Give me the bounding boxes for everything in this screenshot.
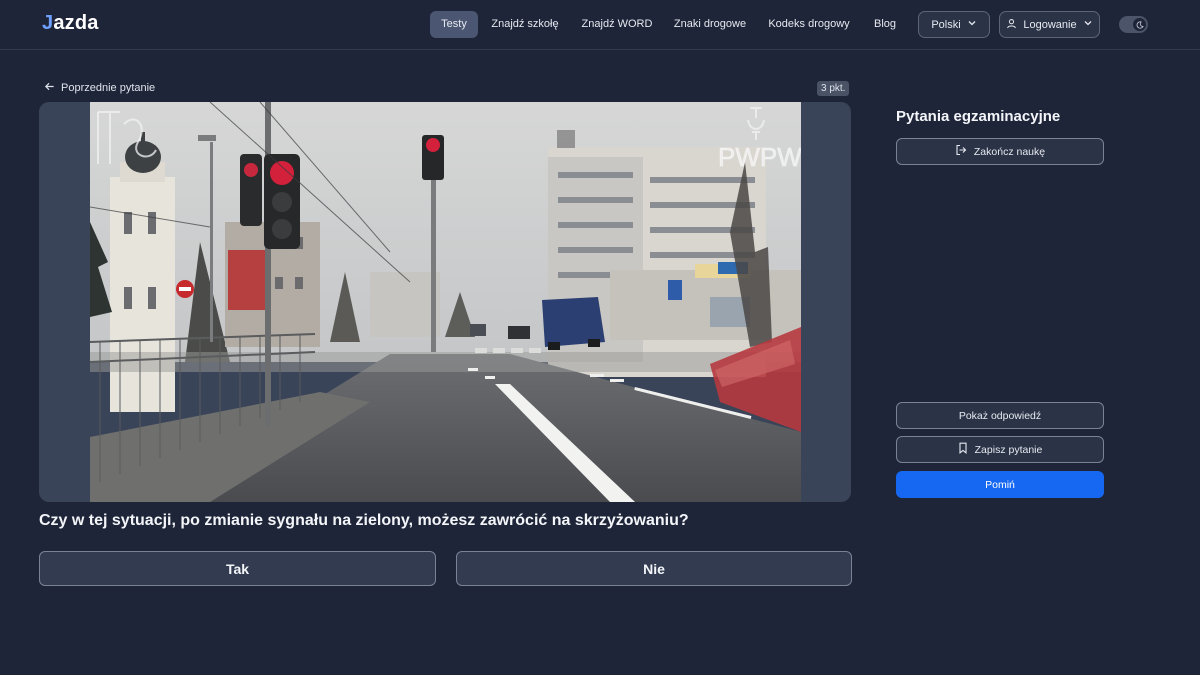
nav-item-znajdz-szkole[interactable]: Znajdź szkołę (482, 11, 568, 38)
logo-mark: J (42, 12, 54, 34)
bookmark-icon (958, 442, 968, 457)
user-icon (1006, 18, 1017, 32)
logout-icon (955, 144, 967, 159)
show-answer-label: Pokaż odpowiedź (958, 409, 1042, 422)
save-question-label: Zapisz pytanie (974, 443, 1043, 456)
top-navbar: Jazda Testy Znajdź szkołę Znajdź WORD Zn… (0, 0, 1200, 50)
language-select[interactable]: Polski (918, 11, 990, 38)
nav-item-testy[interactable]: Testy (430, 11, 478, 38)
previous-question-label: Poprzednie pytanie (61, 82, 156, 94)
nav-item-znajdz-word[interactable]: Znajdź WORD (576, 11, 658, 38)
chevron-down-icon (967, 18, 977, 31)
language-select-value: Polski (931, 18, 961, 31)
arrow-left-icon (44, 81, 55, 95)
login-button[interactable]: Logowanie (999, 11, 1100, 38)
traffic-scene-image: PWPW (90, 102, 801, 502)
logo[interactable]: Jazda (42, 12, 99, 35)
skip-label: Pomiń (985, 478, 1015, 491)
points-badge: 3 pkt. (817, 81, 850, 96)
skip-button[interactable]: Pomiń (896, 471, 1104, 498)
nav-item-kodeks-drogowy[interactable]: Kodeks drogowy (762, 11, 856, 38)
pwpw-watermark: PWPW (718, 142, 801, 172)
question-text: Czy w tej sytuacji, po zmianie sygnału n… (39, 512, 689, 529)
end-learning-button[interactable]: Zakończ naukę (896, 138, 1104, 165)
nav-item-blog[interactable]: Blog (866, 11, 904, 38)
moon-icon (1133, 18, 1146, 31)
chevron-down-icon (1083, 18, 1093, 31)
sidebar-title: Pytania egzaminacyjne (896, 108, 1061, 125)
logo-text: azda (53, 12, 99, 34)
question-media: PWPW (39, 102, 851, 502)
show-answer-button[interactable]: Pokaż odpowiedź (896, 402, 1104, 429)
nav-item-znaki-drogowe[interactable]: Znaki drogowe (666, 11, 754, 38)
answer-no-button[interactable]: Nie (456, 551, 852, 586)
previous-question-link[interactable]: Poprzednie pytanie (44, 81, 155, 95)
theme-toggle[interactable] (1119, 16, 1148, 33)
answer-yes-button[interactable]: Tak (39, 551, 436, 586)
end-learning-label: Zakończ naukę (973, 145, 1046, 158)
login-label: Logowanie (1023, 18, 1077, 31)
save-question-button[interactable]: Zapisz pytanie (896, 436, 1104, 463)
